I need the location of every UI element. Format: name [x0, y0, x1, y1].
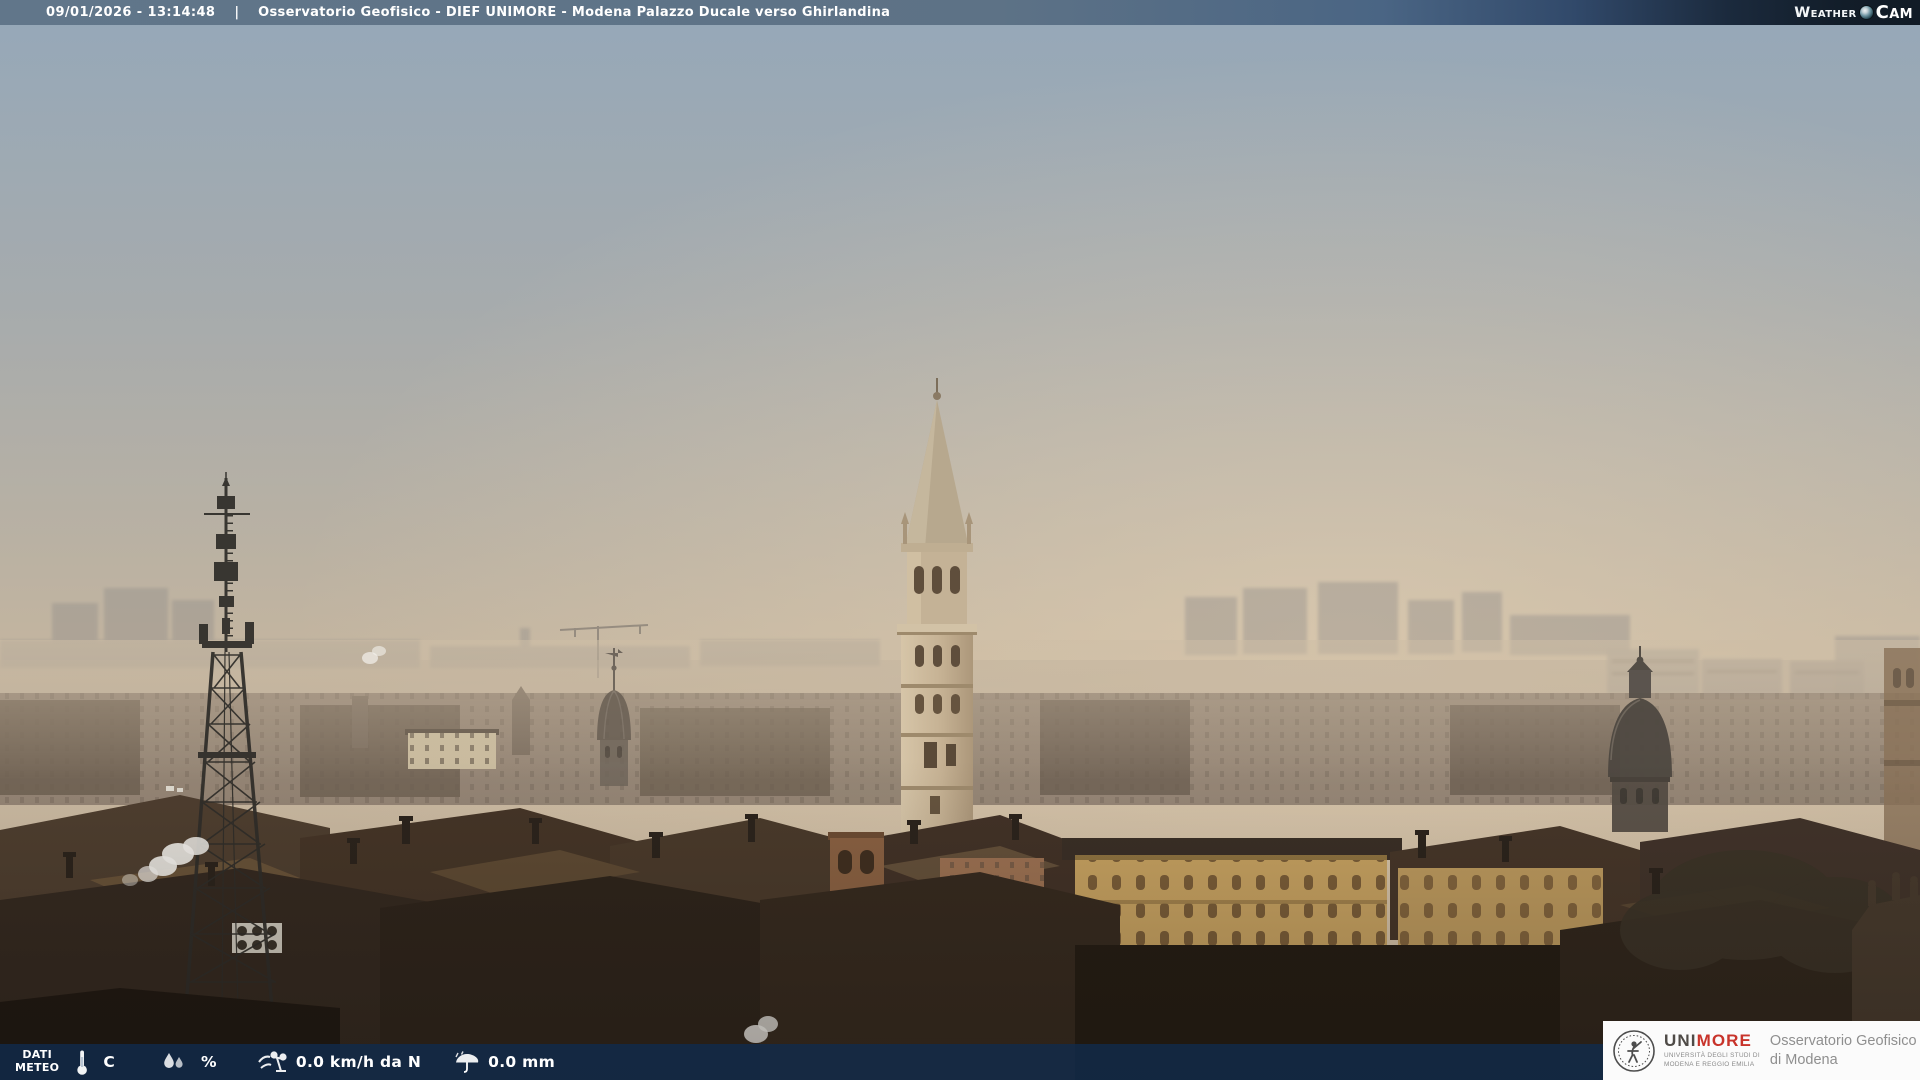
camera-lens-icon — [1859, 6, 1873, 19]
humidity-unit: % — [201, 1053, 217, 1071]
wind-metric: 0.0 km/h da N — [257, 1050, 421, 1074]
university-subtitle: UNIVERSITÀ DEGLI STUDI DI MODENA E REGGI… — [1664, 1052, 1760, 1068]
city-photo — [0, 0, 1920, 1080]
anemometer-icon — [258, 1051, 287, 1072]
separator: | — [234, 5, 240, 20]
wind-value: 0.0 km/h da N — [295, 1053, 422, 1071]
unimore-uni: UNI — [1664, 1031, 1697, 1051]
umbrella-icon — [455, 1051, 479, 1073]
timestamp: 09/01/2026 - 13:14:48 — [46, 5, 216, 20]
brand-cam-label: Cam — [1875, 2, 1913, 23]
water-drops-icon — [164, 1053, 183, 1068]
temperature-metric: C — [75, 1049, 115, 1076]
unimore-logo-box: UNIMORE UNIVERSITÀ DEGLI STUDI DI MODENA… — [1603, 1021, 1920, 1080]
header-bar: 09/01/2026 - 13:14:48 | Osservatorio Geo… — [0, 0, 1920, 25]
unimore-more: MORE — [1696, 1031, 1752, 1051]
observatory-name: Osservatorio Geofisico di Modena — [1769, 1032, 1917, 1068]
humidity-metric: % — [161, 1052, 217, 1072]
webcam-view: 09/01/2026 - 13:14:48 | Osservatorio Geo… — [0, 0, 1920, 1080]
brand-weather-label: Weather — [1794, 4, 1857, 21]
unimore-wordmark: UNIMORE UNIVERSITÀ DEGLI STUDI DI MODENA… — [1664, 1032, 1760, 1069]
rain-value: 0.0 mm — [488, 1053, 556, 1071]
rain-metric: 0.0 mm — [453, 1051, 555, 1073]
temperature-unit: C — [103, 1053, 116, 1071]
page-title: Osservatorio Geofisico - DIEF UNIMORE - … — [258, 5, 891, 20]
unimore-crest-icon — [1613, 1029, 1655, 1072]
weathercam-logo: Weather Cam — [1794, 0, 1913, 25]
thermometer-icon — [77, 1050, 88, 1075]
dati-meteo-label: DATI METEO — [15, 1048, 60, 1074]
